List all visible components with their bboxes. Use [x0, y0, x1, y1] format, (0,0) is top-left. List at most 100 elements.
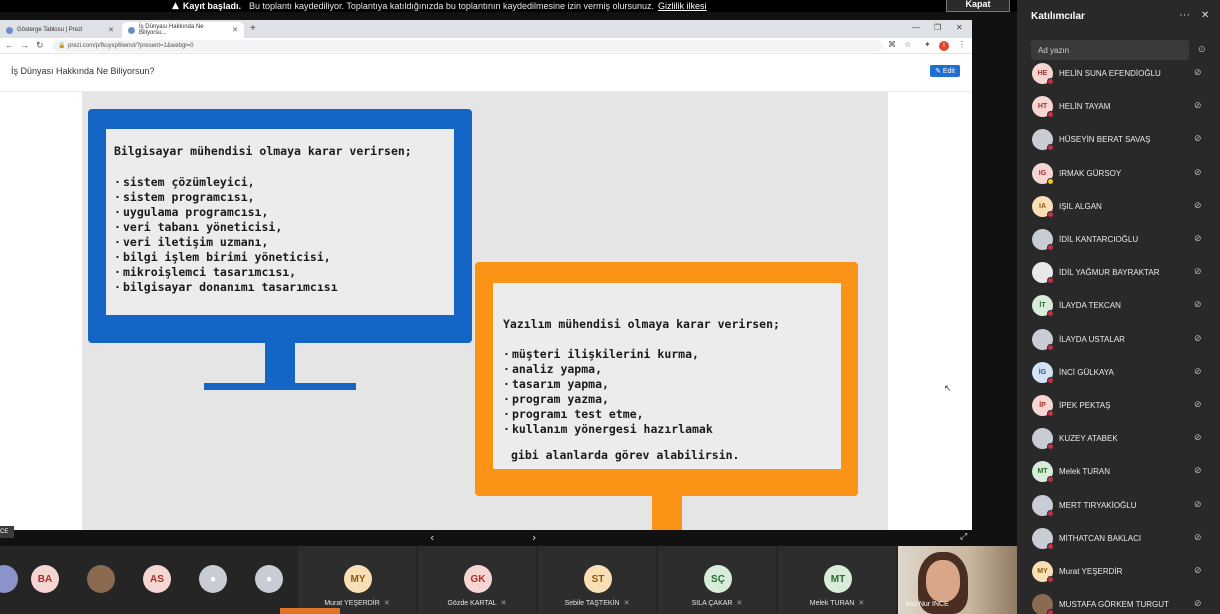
participant-tile[interactable]: MT Melek TURAN ✕ — [778, 546, 896, 614]
participant-row[interactable]: İDİL KANTARCIOĞLU ⊘ — [1017, 223, 1220, 256]
blue-monitor-base — [204, 383, 356, 390]
participant-row[interactable]: İT İLAYDA TEKCAN ⊘ — [1017, 289, 1220, 322]
close-tab-icon[interactable]: ✕ — [108, 26, 114, 34]
participant-row[interactable]: İP İPEK PEKTAŞ ⊘ — [1017, 389, 1220, 422]
status-dot — [1047, 376, 1054, 384]
mic-off-icon: ⊘ — [1194, 498, 1202, 509]
person-icon: ● — [265, 573, 273, 585]
orange-monitor-screen: Yazılım mühendisi olmaya karar verirsen;… — [493, 283, 841, 469]
mic-off-icon: ✕ — [736, 600, 743, 607]
participant-search-input[interactable] — [1031, 40, 1189, 60]
browser-address-bar: ← → ↻ 🔒 prezi.com/p/fkuyxp6lwnvt/?presen… — [0, 38, 972, 54]
list-item: · kullanım yönergesi hazırlamak — [503, 422, 713, 436]
participant-tile[interactable]: ST Sebile TAŞTEKİN ✕ — [538, 546, 656, 614]
privacy-policy-link[interactable]: Gizlilik ilkesi — [658, 1, 707, 11]
tab-title: İş Dünyası Hakkında Ne Biliyorsu... — [138, 24, 204, 36]
participant-name: MERT TIRYAKİOĞLU — [1059, 500, 1137, 510]
list-item: · tasarım yapma, — [503, 377, 609, 391]
participant-tile[interactable]: GK Gözde KARTAL ✕ — [418, 546, 536, 614]
status-dot — [1047, 443, 1054, 451]
participant-row[interactable]: MERT TIRYAKİOĞLU ⊘ — [1017, 489, 1220, 522]
participant-row[interactable]: HT HELİN TAYAM ⊘ — [1017, 90, 1220, 123]
close-window-icon[interactable]: ✕ — [956, 23, 963, 32]
url-field[interactable]: 🔒 prezi.com/p/fkuyxp6lwnvt/?present=1&we… — [52, 40, 882, 52]
participant-row[interactable]: İLAYDA USTALAR ⊘ — [1017, 323, 1220, 356]
participant-name: SILA ÇAKAR ✕ — [691, 600, 743, 607]
list-item: · analiz yapma, — [503, 362, 603, 376]
tab-title: Gösterge Tablosu | Prezi — [17, 27, 83, 33]
previous-slide-icon[interactable]: ‹ — [430, 531, 434, 544]
restore-icon[interactable]: ❐ — [934, 23, 941, 32]
participant-video-tile[interactable]: İnci Nur İNCE — [898, 546, 1017, 614]
prezi-favicon-icon — [6, 26, 13, 34]
participant-name: Melek TURAN ✕ — [809, 600, 865, 607]
mic-off-icon: ⊘ — [1194, 598, 1202, 609]
avatar — [0, 565, 18, 593]
participant-row[interactable]: MUSTAFA GÖRKEM TURGUT ⊘ — [1017, 588, 1220, 614]
participant-name: Sebile TAŞTEKİN ✕ — [564, 600, 630, 607]
extensions-icon[interactable]: ✦ — [924, 40, 931, 49]
reload-icon[interactable]: ↻ — [36, 40, 44, 51]
participant-name: İDİL YAĞMUR BAYRAKTAR — [1059, 268, 1160, 278]
avatar: AS — [143, 565, 171, 593]
next-slide-icon[interactable]: › — [532, 531, 536, 544]
participant-name: HELİN SUNA EFENDİOĞLU — [1059, 69, 1161, 78]
participant-row[interactable]: MT Melek TURAN ⊘ — [1017, 455, 1220, 488]
list-item: · bilgisayar donanımı tasarımcısı — [114, 280, 338, 294]
participant-row[interactable]: IG IRMAK GÜRSOY ⊘ — [1017, 157, 1220, 190]
bookmark-star-icon[interactable]: ☆ — [904, 40, 911, 49]
share-invite-icon[interactable]: ⊙ — [1198, 44, 1206, 55]
browser-tab-dashboard[interactable]: Gösterge Tablosu | Prezi ✕ — [0, 22, 120, 38]
participant-name: MİTHATCAN BAKLACI — [1059, 533, 1142, 543]
participant-name: MUSTAFA GÖRKEM TURGUT — [1059, 600, 1169, 610]
translate-icon[interactable]: ⌘ — [888, 40, 896, 49]
participant-name: İDİL KANTARCIOĞLU — [1059, 235, 1139, 244]
mic-off-icon: ⊘ — [1194, 299, 1202, 310]
presenter-name-tag: CE — [0, 526, 14, 538]
participant-gallery: BA AS ● ● MY Murat YEŞERDİR ✕ GK Gözde KA… — [0, 546, 1017, 614]
participant-name: İLAYDA TEKCAN — [1059, 301, 1121, 311]
status-dot — [1047, 111, 1054, 119]
participant-row[interactable]: IA IŞIL ALGAN ⊘ — [1017, 190, 1220, 223]
new-tab-icon[interactable]: + — [250, 23, 256, 34]
list-item: · programı test etme, — [503, 407, 644, 421]
software-engineer-heading: Yazılım mühendisi olmaya karar verirsen; — [503, 317, 780, 331]
close-banner-button[interactable]: Kapat — [946, 0, 1010, 12]
status-dot — [1047, 210, 1054, 218]
fullscreen-icon[interactable]: ⤢ — [960, 532, 967, 542]
participant-row[interactable]: İDİL YAĞMUR BAYRAKTAR ⊘ — [1017, 256, 1220, 289]
participant-name: İPEK PEKTAŞ — [1059, 401, 1111, 410]
participant-row[interactable]: İG İNCİ GÜLKAYA ⊘ — [1017, 356, 1220, 389]
warning-triangle-icon: ▲ — [172, 1, 179, 11]
url-text: prezi.com/p/fkuyxp6lwnvt/?present=1&webg… — [68, 43, 194, 49]
participants-panel: Katılımcılar ··· ✕ ⊙ HEHELİN SUNA EFENDİ… — [1017, 0, 1220, 614]
prezi-controls: ‹ › ⤢ — [0, 530, 972, 546]
edit-button[interactable]: ✎ Edit — [930, 65, 960, 77]
participant-row[interactable]: MİTHATCAN BAKLACI ⊘ — [1017, 522, 1220, 555]
browser-menu-icon[interactable]: ⋮ — [958, 40, 966, 49]
participant-row[interactable]: KUZEY ATABEK ⊘ — [1017, 422, 1220, 455]
more-options-icon[interactable]: ··· — [1179, 9, 1190, 21]
participant-row[interactable]: HÜSEYİN BERAT SAVAŞ ⊘ — [1017, 123, 1220, 156]
back-icon[interactable]: ← — [5, 40, 14, 50]
close-tab-icon[interactable]: ✕ — [232, 26, 238, 34]
lock-icon: 🔒 — [58, 43, 66, 49]
software-engineer-footer: gibi alanlarda görev alabilirsin. — [511, 448, 740, 462]
participant-tile[interactable]: SÇ SILA ÇAKAR ✕ — [658, 546, 776, 614]
person-icon: ● — [209, 573, 217, 585]
participant-row[interactable]: HE HELİN SUNA EFENDİOĞLU ⊘ — [1017, 62, 1220, 90]
participant-row[interactable]: MY Murat YEŞERDİR ⊘ — [1017, 555, 1220, 588]
forward-icon[interactable]: → — [20, 40, 29, 50]
browser-tab-presentation[interactable]: İş Dünyası Hakkında Ne Biliyorsu... ✕ — [122, 22, 244, 38]
participant-tile[interactable]: MY Murat YEŞERDİR ✕ — [298, 546, 416, 614]
status-dot — [1047, 244, 1054, 251]
presentation-title: İş Dünyası Hakkında Ne Biliyorsun? — [11, 66, 155, 76]
profile-avatar[interactable]: I — [939, 41, 949, 51]
mic-off-icon: ⊘ — [1194, 565, 1202, 575]
blue-monitor-screen: Bilgisayar mühendisi olmaya karar verirs… — [106, 129, 454, 315]
computer-engineer-heading: Bilgisayar mühendisi olmaya karar verirs… — [114, 144, 412, 158]
close-panel-icon[interactable]: ✕ — [1201, 10, 1209, 21]
minimize-icon[interactable]: — — [912, 23, 920, 32]
browser-window: Gösterge Tablosu | Prezi ✕ İş Dünyası Ha… — [0, 20, 972, 542]
mic-off-icon: ⊘ — [1194, 133, 1202, 144]
